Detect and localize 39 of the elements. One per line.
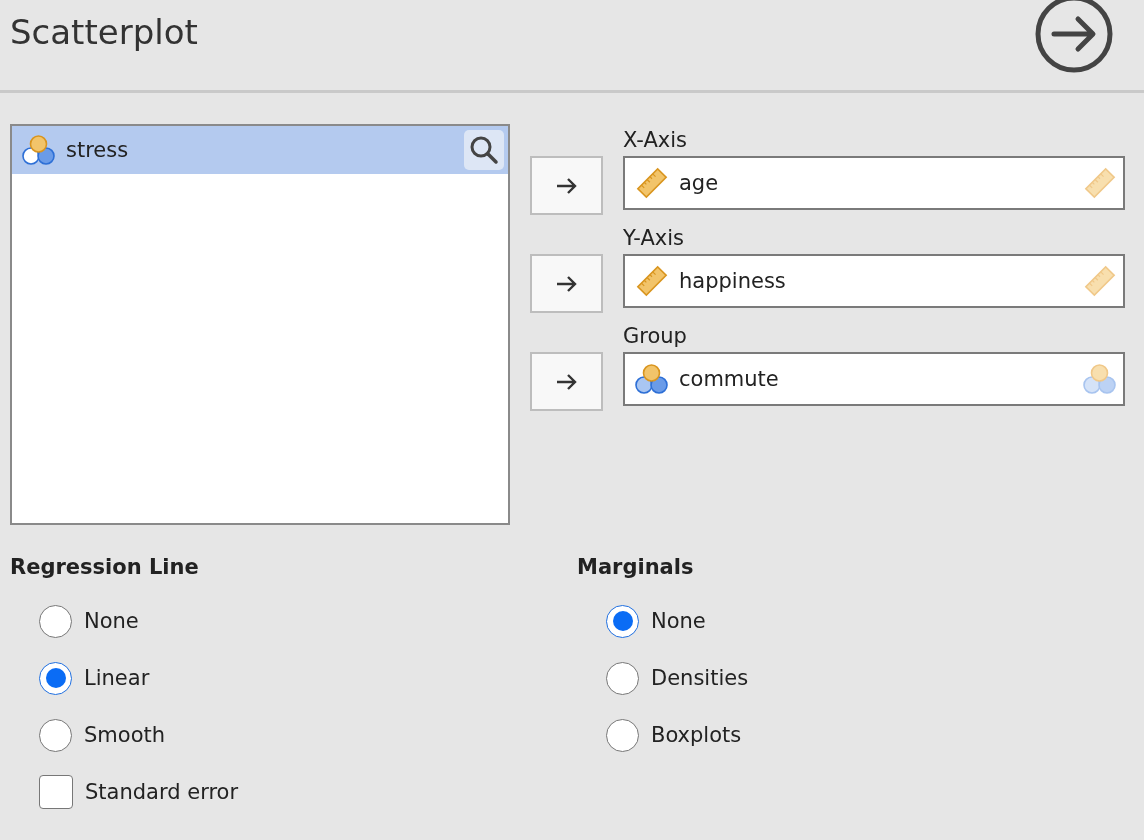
- radio-button[interactable]: [606, 661, 639, 695]
- checkbox[interactable]: [39, 775, 73, 809]
- option-label: Standard error: [85, 780, 239, 804]
- arrow-icon: [554, 273, 579, 294]
- move-arrow-button[interactable]: [530, 352, 603, 411]
- target-field[interactable]: happiness: [623, 254, 1125, 308]
- section-heading: Marginals: [577, 555, 695, 579]
- radio-button[interactable]: [39, 604, 72, 638]
- target-label: Group: [623, 324, 688, 350]
- faded-nominal-icon: [1083, 363, 1117, 395]
- panel-title: Scatterplot: [10, 12, 198, 52]
- variable-item[interactable]: stress: [12, 126, 508, 174]
- variable-name: happiness: [679, 269, 786, 293]
- target-label: X-Axis: [623, 128, 689, 154]
- target-label: Y-Axis: [623, 226, 686, 252]
- section-heading: Regression Line: [10, 555, 200, 579]
- radio-button[interactable]: [39, 661, 72, 695]
- nominal-icon: [22, 134, 56, 166]
- nominal-icon: [635, 363, 669, 395]
- radio-button[interactable]: [39, 718, 72, 752]
- arrow-icon: [554, 371, 579, 392]
- option-label: Linear: [84, 666, 150, 690]
- option-label: Smooth: [84, 723, 166, 747]
- option-label: Boxplots: [651, 723, 742, 747]
- option-label: None: [651, 609, 706, 633]
- target-field[interactable]: age: [623, 156, 1125, 210]
- search-icon[interactable]: [464, 130, 504, 170]
- variable-name: stress: [66, 138, 129, 162]
- circled-arrow-icon[interactable]: [1034, 0, 1114, 74]
- variable-name: age: [679, 171, 719, 195]
- arrow-icon: [554, 175, 579, 196]
- radio-button[interactable]: [606, 718, 639, 752]
- move-arrow-button[interactable]: [530, 156, 603, 215]
- option-label: Densities: [651, 666, 749, 690]
- variable-name: commute: [679, 367, 779, 391]
- move-arrow-button[interactable]: [530, 254, 603, 313]
- target-field[interactable]: commute: [623, 352, 1125, 406]
- option-label: None: [84, 609, 139, 633]
- radio-button[interactable]: [606, 604, 639, 638]
